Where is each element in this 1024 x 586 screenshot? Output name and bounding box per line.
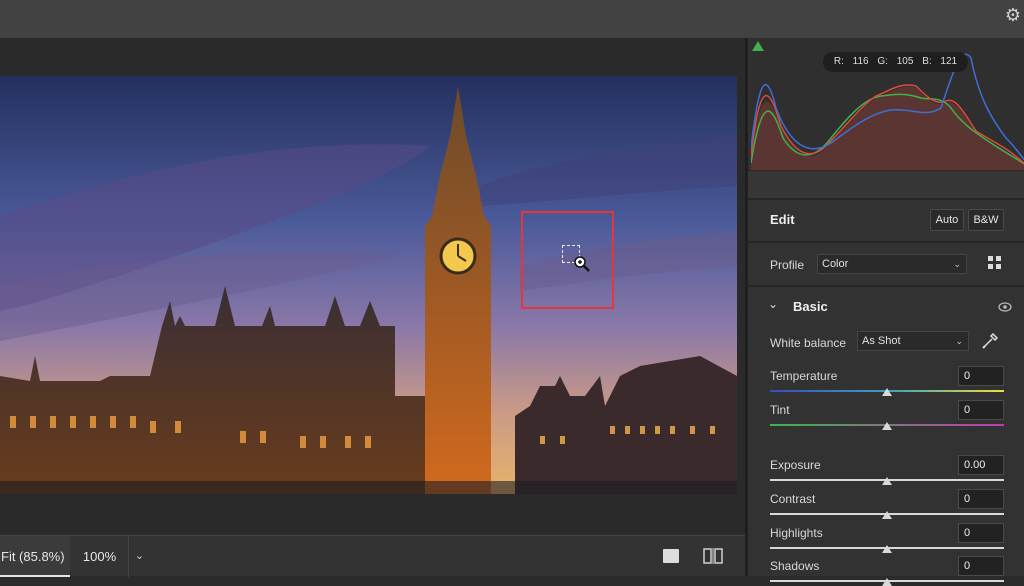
white-balance-select[interactable]: As Shot ⌄	[857, 331, 969, 351]
eye-icon[interactable]	[998, 302, 1012, 312]
slider-label-exposure: Exposure	[770, 458, 821, 472]
chevron-down-icon: ⌄	[953, 259, 961, 269]
slider-label-highlights: Highlights	[770, 526, 823, 540]
divider	[748, 241, 1024, 243]
slider-value-contrast[interactable]: 0	[958, 489, 1004, 509]
slider-label-contrast: Contrast	[770, 492, 816, 506]
divider	[748, 285, 1024, 287]
slider-thumb-temperature[interactable]	[882, 388, 892, 396]
profile-label: Profile	[770, 258, 805, 272]
chevron-down-icon[interactable]: ⌄	[128, 536, 150, 577]
london-skyline-photo	[0, 76, 737, 494]
white-balance-label: White balance	[770, 336, 847, 350]
slider-value-highlights[interactable]: 0	[958, 523, 1004, 543]
top-bar: ⚙	[0, 0, 1024, 38]
white-balance-value: As Shot	[862, 335, 901, 347]
slider-value-temperature[interactable]: 0	[958, 366, 1004, 386]
single-view-icon[interactable]	[663, 549, 679, 563]
canvas-bottom-bar: Fit (85.8%) 100% ⌄	[0, 535, 745, 577]
slider-label-shadows: Shadows	[770, 559, 820, 573]
divider	[748, 198, 1024, 200]
profile-select-value: Color	[822, 258, 849, 270]
chevron-down-icon: ⌄	[955, 336, 963, 346]
edit-title: Edit	[770, 212, 795, 227]
rgb-readout: R: 116 G: 105 B: 121	[823, 52, 968, 72]
profile-browser-icon[interactable]	[987, 255, 1003, 271]
fit-zoom-button[interactable]: Fit (85.8%)	[0, 536, 70, 577]
bw-button[interactable]: B&W	[968, 209, 1004, 231]
zoom-100-button[interactable]: 100%	[71, 536, 128, 577]
gear-icon[interactable]: ⚙	[1004, 6, 1022, 24]
slider-value-tint[interactable]: 0	[958, 400, 1004, 420]
slider-value-shadows[interactable]: 0	[958, 556, 1004, 576]
slider-label-tint: Tint	[770, 403, 790, 417]
basic-section-title[interactable]: Basic	[793, 299, 828, 314]
histogram-footer	[748, 170, 1024, 198]
slider-thumb-highlights[interactable]	[882, 545, 892, 553]
profile-select[interactable]: Color ⌄	[817, 254, 967, 274]
slider-thumb-shadows[interactable]	[882, 578, 892, 586]
collapse-chevron-icon[interactable]: ⌄	[768, 297, 778, 311]
photo-image[interactable]	[0, 76, 737, 494]
eyedropper-icon[interactable]	[981, 332, 999, 350]
shadow-clipping-icon[interactable]	[751, 40, 765, 52]
zoom-in-cursor-icon	[574, 256, 590, 272]
compare-view-icon[interactable]	[703, 548, 723, 564]
slider-thumb-contrast[interactable]	[882, 511, 892, 519]
slider-thumb-exposure[interactable]	[882, 477, 892, 485]
slider-value-exposure[interactable]: 0.00	[958, 455, 1004, 475]
auto-button[interactable]: Auto	[930, 209, 964, 231]
slider-thumb-tint[interactable]	[882, 422, 892, 430]
slider-label-temperature: Temperature	[770, 369, 838, 383]
